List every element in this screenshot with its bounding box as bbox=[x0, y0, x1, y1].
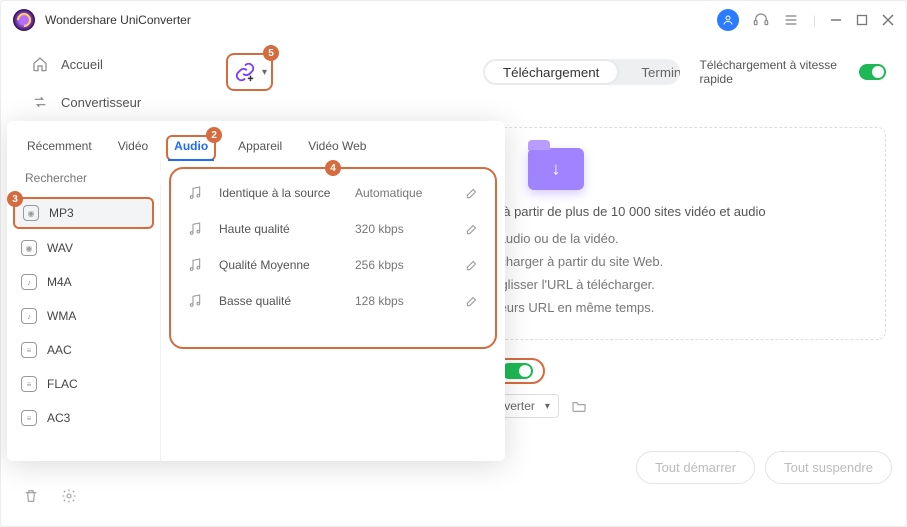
chevron-down-icon: ▾ bbox=[262, 67, 267, 78]
sidebar-bottom bbox=[1, 474, 196, 518]
folder-download-icon: ↓ bbox=[528, 148, 584, 190]
pause-all-button[interactable]: Tout suspendre bbox=[765, 451, 892, 484]
fast-download-label: Téléchargement à vitesse rapide bbox=[700, 58, 849, 86]
step-badge-3: 3 bbox=[7, 191, 23, 207]
dropzone-text: l'audio ou de la vidéo. bbox=[493, 231, 618, 246]
disc-icon: ◉ bbox=[23, 205, 39, 221]
panel-tab-audio[interactable]: 2 Audio bbox=[166, 135, 216, 161]
tab-done[interactable]: Terminé bbox=[619, 59, 679, 85]
flac-icon: ≡ bbox=[21, 376, 37, 392]
panel-tab-webvideo[interactable]: Vidéo Web bbox=[304, 135, 370, 161]
window-close-button[interactable] bbox=[882, 14, 894, 26]
format-item-ac3[interactable]: ≡ AC3 bbox=[7, 401, 160, 435]
sidebar-item-label: Convertisseur bbox=[61, 95, 141, 110]
quality-value: 128 kbps bbox=[355, 294, 449, 308]
start-all-button[interactable]: Tout démarrer bbox=[636, 451, 755, 484]
menu-icon[interactable] bbox=[783, 12, 799, 28]
search-input[interactable] bbox=[25, 171, 180, 185]
open-folder-icon[interactable] bbox=[571, 398, 587, 414]
quality-label: Haute qualité bbox=[219, 222, 339, 236]
quality-label: Basse qualité bbox=[219, 294, 339, 308]
tab-download[interactable]: Téléchargement bbox=[485, 61, 617, 83]
convert-icon bbox=[31, 93, 49, 111]
quality-list: 4 Identique à la source Automatique Haut… bbox=[169, 167, 497, 349]
window-maximize-button[interactable] bbox=[856, 14, 868, 26]
quality-option[interactable]: Haute qualité 320 kbps bbox=[175, 211, 491, 247]
trash-icon[interactable] bbox=[23, 488, 39, 504]
format-item-flac[interactable]: ≡ FLAC bbox=[7, 367, 160, 401]
app-logo-icon bbox=[13, 9, 35, 31]
audio-file-icon: ♪ bbox=[21, 308, 37, 324]
format-search[interactable] bbox=[19, 171, 148, 185]
titlebar: Wondershare UniConverter | bbox=[1, 1, 906, 39]
sidebar-item-label: Accueil bbox=[61, 57, 103, 72]
format-label: WAV bbox=[47, 241, 73, 255]
chevron-down-icon: ▾ bbox=[545, 401, 550, 412]
fast-download-toggle[interactable] bbox=[859, 64, 886, 80]
account-avatar-icon[interactable] bbox=[717, 9, 739, 31]
music-note-icon bbox=[187, 221, 203, 237]
audio-file-icon: ♪ bbox=[21, 274, 37, 290]
format-label: M4A bbox=[47, 275, 72, 289]
support-headset-icon[interactable] bbox=[753, 12, 769, 28]
format-item-mp3[interactable]: 3 ◉ MP3 bbox=[13, 197, 154, 229]
format-label: AC3 bbox=[47, 411, 70, 425]
panel-tab-device[interactable]: Appareil bbox=[234, 135, 286, 161]
quality-value: 256 kbps bbox=[355, 258, 449, 272]
music-note-icon bbox=[187, 293, 203, 309]
edit-icon[interactable] bbox=[465, 186, 479, 200]
format-label: MP3 bbox=[49, 206, 74, 220]
sidebar-item-home[interactable]: Accueil bbox=[9, 47, 188, 81]
music-note-icon bbox=[187, 257, 203, 273]
edit-icon[interactable] bbox=[465, 258, 479, 272]
app-title: Wondershare UniConverter bbox=[45, 13, 191, 27]
edit-icon[interactable] bbox=[465, 222, 479, 236]
quality-label: Identique à la source bbox=[219, 186, 339, 200]
aac-icon: ≡ bbox=[21, 342, 37, 358]
window-minimize-button[interactable] bbox=[830, 14, 842, 26]
quality-option[interactable]: Basse qualité 128 kbps bbox=[175, 283, 491, 319]
add-url-button[interactable]: 5 ▾ bbox=[226, 53, 273, 91]
settings-gear-icon[interactable] bbox=[61, 488, 77, 504]
format-item-wav[interactable]: ◉ WAV bbox=[7, 231, 160, 265]
sidebar-item-converter[interactable]: Convertisseur bbox=[9, 85, 188, 119]
step-badge-5: 5 bbox=[263, 45, 279, 61]
format-label: WMA bbox=[47, 309, 76, 323]
panel-tab-video[interactable]: Vidéo bbox=[114, 135, 152, 161]
format-item-m4a[interactable]: ♪ M4A bbox=[7, 265, 160, 299]
quality-label: Qualité Moyenne bbox=[219, 258, 339, 272]
disc-icon: ◉ bbox=[21, 240, 37, 256]
format-panel: Récemment Vidéo 2 Audio Appareil Vidéo W… bbox=[7, 121, 505, 461]
quality-value: 320 kbps bbox=[355, 222, 449, 236]
quality-value: Automatique bbox=[355, 186, 449, 200]
quality-option[interactable]: Qualité Moyenne 256 kbps bbox=[175, 247, 491, 283]
format-label: AAC bbox=[47, 343, 72, 357]
app-window: Wondershare UniConverter | bbox=[0, 0, 907, 527]
step-badge-2: 2 bbox=[206, 127, 222, 143]
format-label: FLAC bbox=[47, 377, 78, 391]
home-icon bbox=[31, 55, 49, 73]
segmented-tabs: Téléchargement Terminé bbox=[483, 59, 680, 85]
format-item-wma[interactable]: ♪ WMA bbox=[7, 299, 160, 333]
panel-tab-recent[interactable]: Récemment bbox=[23, 135, 96, 161]
format-item-aac[interactable]: ≡ AAC bbox=[7, 333, 160, 367]
edit-icon[interactable] bbox=[465, 294, 479, 308]
mode-toggle[interactable] bbox=[501, 363, 533, 379]
music-note-icon bbox=[187, 185, 203, 201]
link-plus-icon bbox=[232, 59, 258, 85]
quality-option[interactable]: Identique à la source Automatique bbox=[175, 175, 491, 211]
ac3-icon: ≡ bbox=[21, 410, 37, 426]
step-badge-4: 4 bbox=[325, 160, 341, 176]
